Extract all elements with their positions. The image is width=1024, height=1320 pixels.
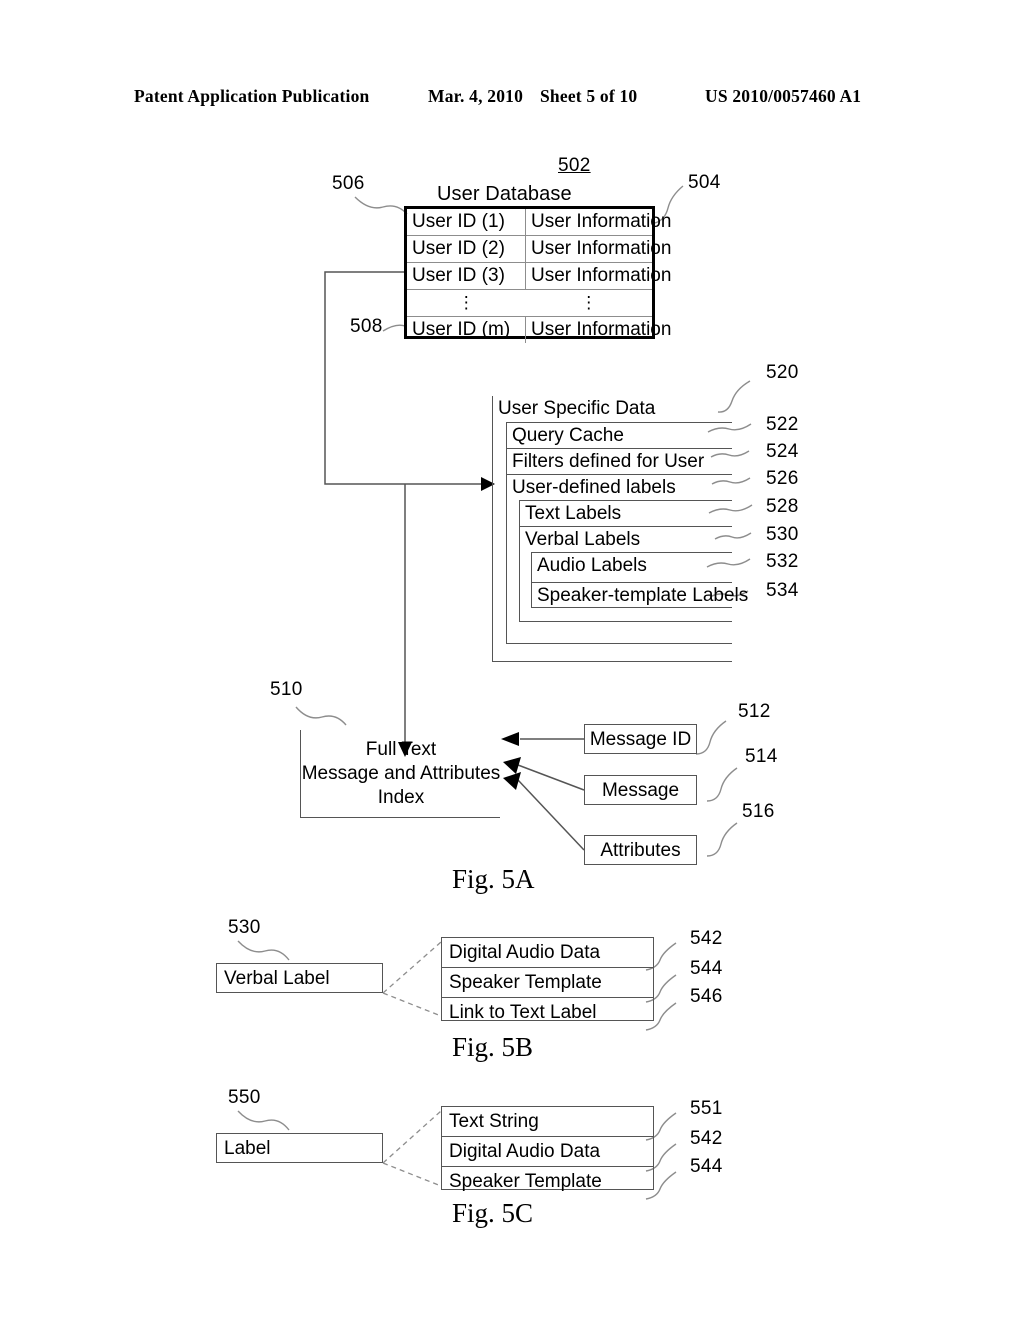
ref-542-fig5c: 542: [690, 1128, 723, 1149]
user-info-cell: User Information: [531, 319, 672, 340]
ref-542-fig5b: 542: [690, 928, 723, 949]
usd-item-speaker-template-labels: Speaker-template Labels: [531, 582, 748, 609]
full-text-index-block: Full Text Message and Attributes Index: [300, 730, 500, 818]
table-row-ellipsis: ⋮ ⋮: [407, 289, 652, 317]
ref-522: 522: [766, 414, 799, 435]
arrow-message-to-index: [503, 757, 521, 774]
detail-speaker-template: Speaker Template: [442, 968, 653, 998]
ref-512: 512: [738, 701, 771, 722]
header-patent-number: US 2010/0057460 A1: [705, 86, 862, 106]
user-info-cell: User Information: [525, 262, 671, 290]
ref-516: 516: [742, 801, 775, 822]
ref-550: 550: [228, 1087, 261, 1108]
message-box: Message: [584, 775, 697, 805]
header-date: Mar. 4, 2010: [428, 86, 524, 106]
page-header: Patent Application Publication Mar. 4, 2…: [0, 86, 1024, 112]
label-detail-box: Text String Digital Audio Data Speaker T…: [441, 1106, 654, 1192]
user-database-title: User Database: [437, 183, 572, 205]
detail-link-to-text-label: Link to Text Label: [449, 1002, 597, 1023]
ref-534: 534: [766, 580, 799, 601]
user-database-table: User ID (1) User Information User ID (2)…: [404, 206, 671, 343]
detail-speaker-template: Speaker Template: [449, 1171, 602, 1192]
figure-caption-5a: Fig. 5A: [452, 864, 535, 894]
ref-514: 514: [745, 746, 778, 767]
ref-546-fig5b: 546: [690, 986, 723, 1007]
index-line-3: Index: [377, 787, 425, 808]
ref-528: 528: [766, 496, 799, 517]
ref-510: 510: [270, 679, 303, 700]
label-box: Label: [216, 1133, 383, 1163]
usd-item-audio-labels: Audio Labels: [531, 552, 732, 579]
ref-524: 524: [766, 441, 799, 462]
user-id-cell: User ID (m): [407, 316, 526, 343]
usd-item-text-labels: Text Labels: [519, 500, 732, 527]
detail-digital-audio-data: Digital Audio Data: [442, 1137, 653, 1167]
ref-526: 526: [766, 468, 799, 489]
figure-caption-5b: Fig. 5B: [452, 1032, 534, 1062]
usd-item-user-defined-labels: User-defined labels: [506, 474, 732, 501]
attributes-box: Attributes: [584, 835, 697, 865]
user-info-cell: User Information: [525, 235, 671, 263]
usd-item-verbal-labels: Verbal Labels: [519, 526, 732, 553]
ref-504: 504: [688, 172, 721, 193]
user-id-cell: User ID (1): [407, 209, 526, 236]
usd-item-query-cache: Query Cache: [506, 422, 732, 449]
usd-item-filters: Filters defined for User: [506, 448, 732, 475]
ref-520: 520: [766, 362, 799, 383]
figure-caption-5c: Fig. 5C: [452, 1198, 534, 1228]
header-sheet: Sheet 5 of 10: [540, 86, 638, 106]
ref-502: 502: [558, 155, 591, 176]
message-id-box: Message ID: [584, 724, 697, 754]
header-publication: Patent Application Publication: [134, 86, 370, 106]
ref-544-fig5c: 544: [690, 1156, 723, 1177]
ref-530-fig5b: 530: [228, 917, 261, 938]
full-text-index-label: Full Text Message and Attributes Index: [301, 738, 501, 810]
table-row: User ID (3) User Information: [407, 262, 671, 290]
ref-508: 508: [350, 316, 383, 337]
ref-544-fig5b: 544: [690, 958, 723, 979]
ellipsis-cell: ⋮: [407, 289, 526, 317]
index-line-1: Full Text: [365, 739, 437, 760]
ref-551: 551: [690, 1098, 723, 1119]
arrow-message-id-to-index: [501, 732, 519, 746]
usd-title: User Specific Data: [498, 398, 656, 419]
user-id-cell: User ID (3): [407, 262, 526, 290]
table-row: User ID (2) User Information: [407, 235, 671, 263]
detail-text-string: Text String: [442, 1107, 653, 1137]
verbal-label-detail-box: Digital Audio Data Speaker Template Link…: [441, 937, 654, 1023]
ref-530: 530: [766, 524, 799, 545]
user-specific-data-block: User Specific Data Query Cache Filters d…: [492, 396, 748, 662]
index-line-2: Message and Attributes: [301, 763, 501, 784]
table-row: User ID (m) User Information: [407, 316, 672, 343]
table-row: User ID (1) User Information: [407, 209, 671, 236]
user-info-cell: User Information: [525, 209, 671, 236]
ref-506: 506: [332, 173, 365, 194]
ellipsis-cell: ⋮: [525, 289, 652, 317]
user-id-cell: User ID (2): [407, 235, 526, 263]
ref-532: 532: [766, 551, 799, 572]
arrow-attributes-to-index: [503, 772, 521, 790]
detail-digital-audio-data: Digital Audio Data: [442, 938, 653, 968]
verbal-label-box: Verbal Label: [216, 963, 383, 993]
